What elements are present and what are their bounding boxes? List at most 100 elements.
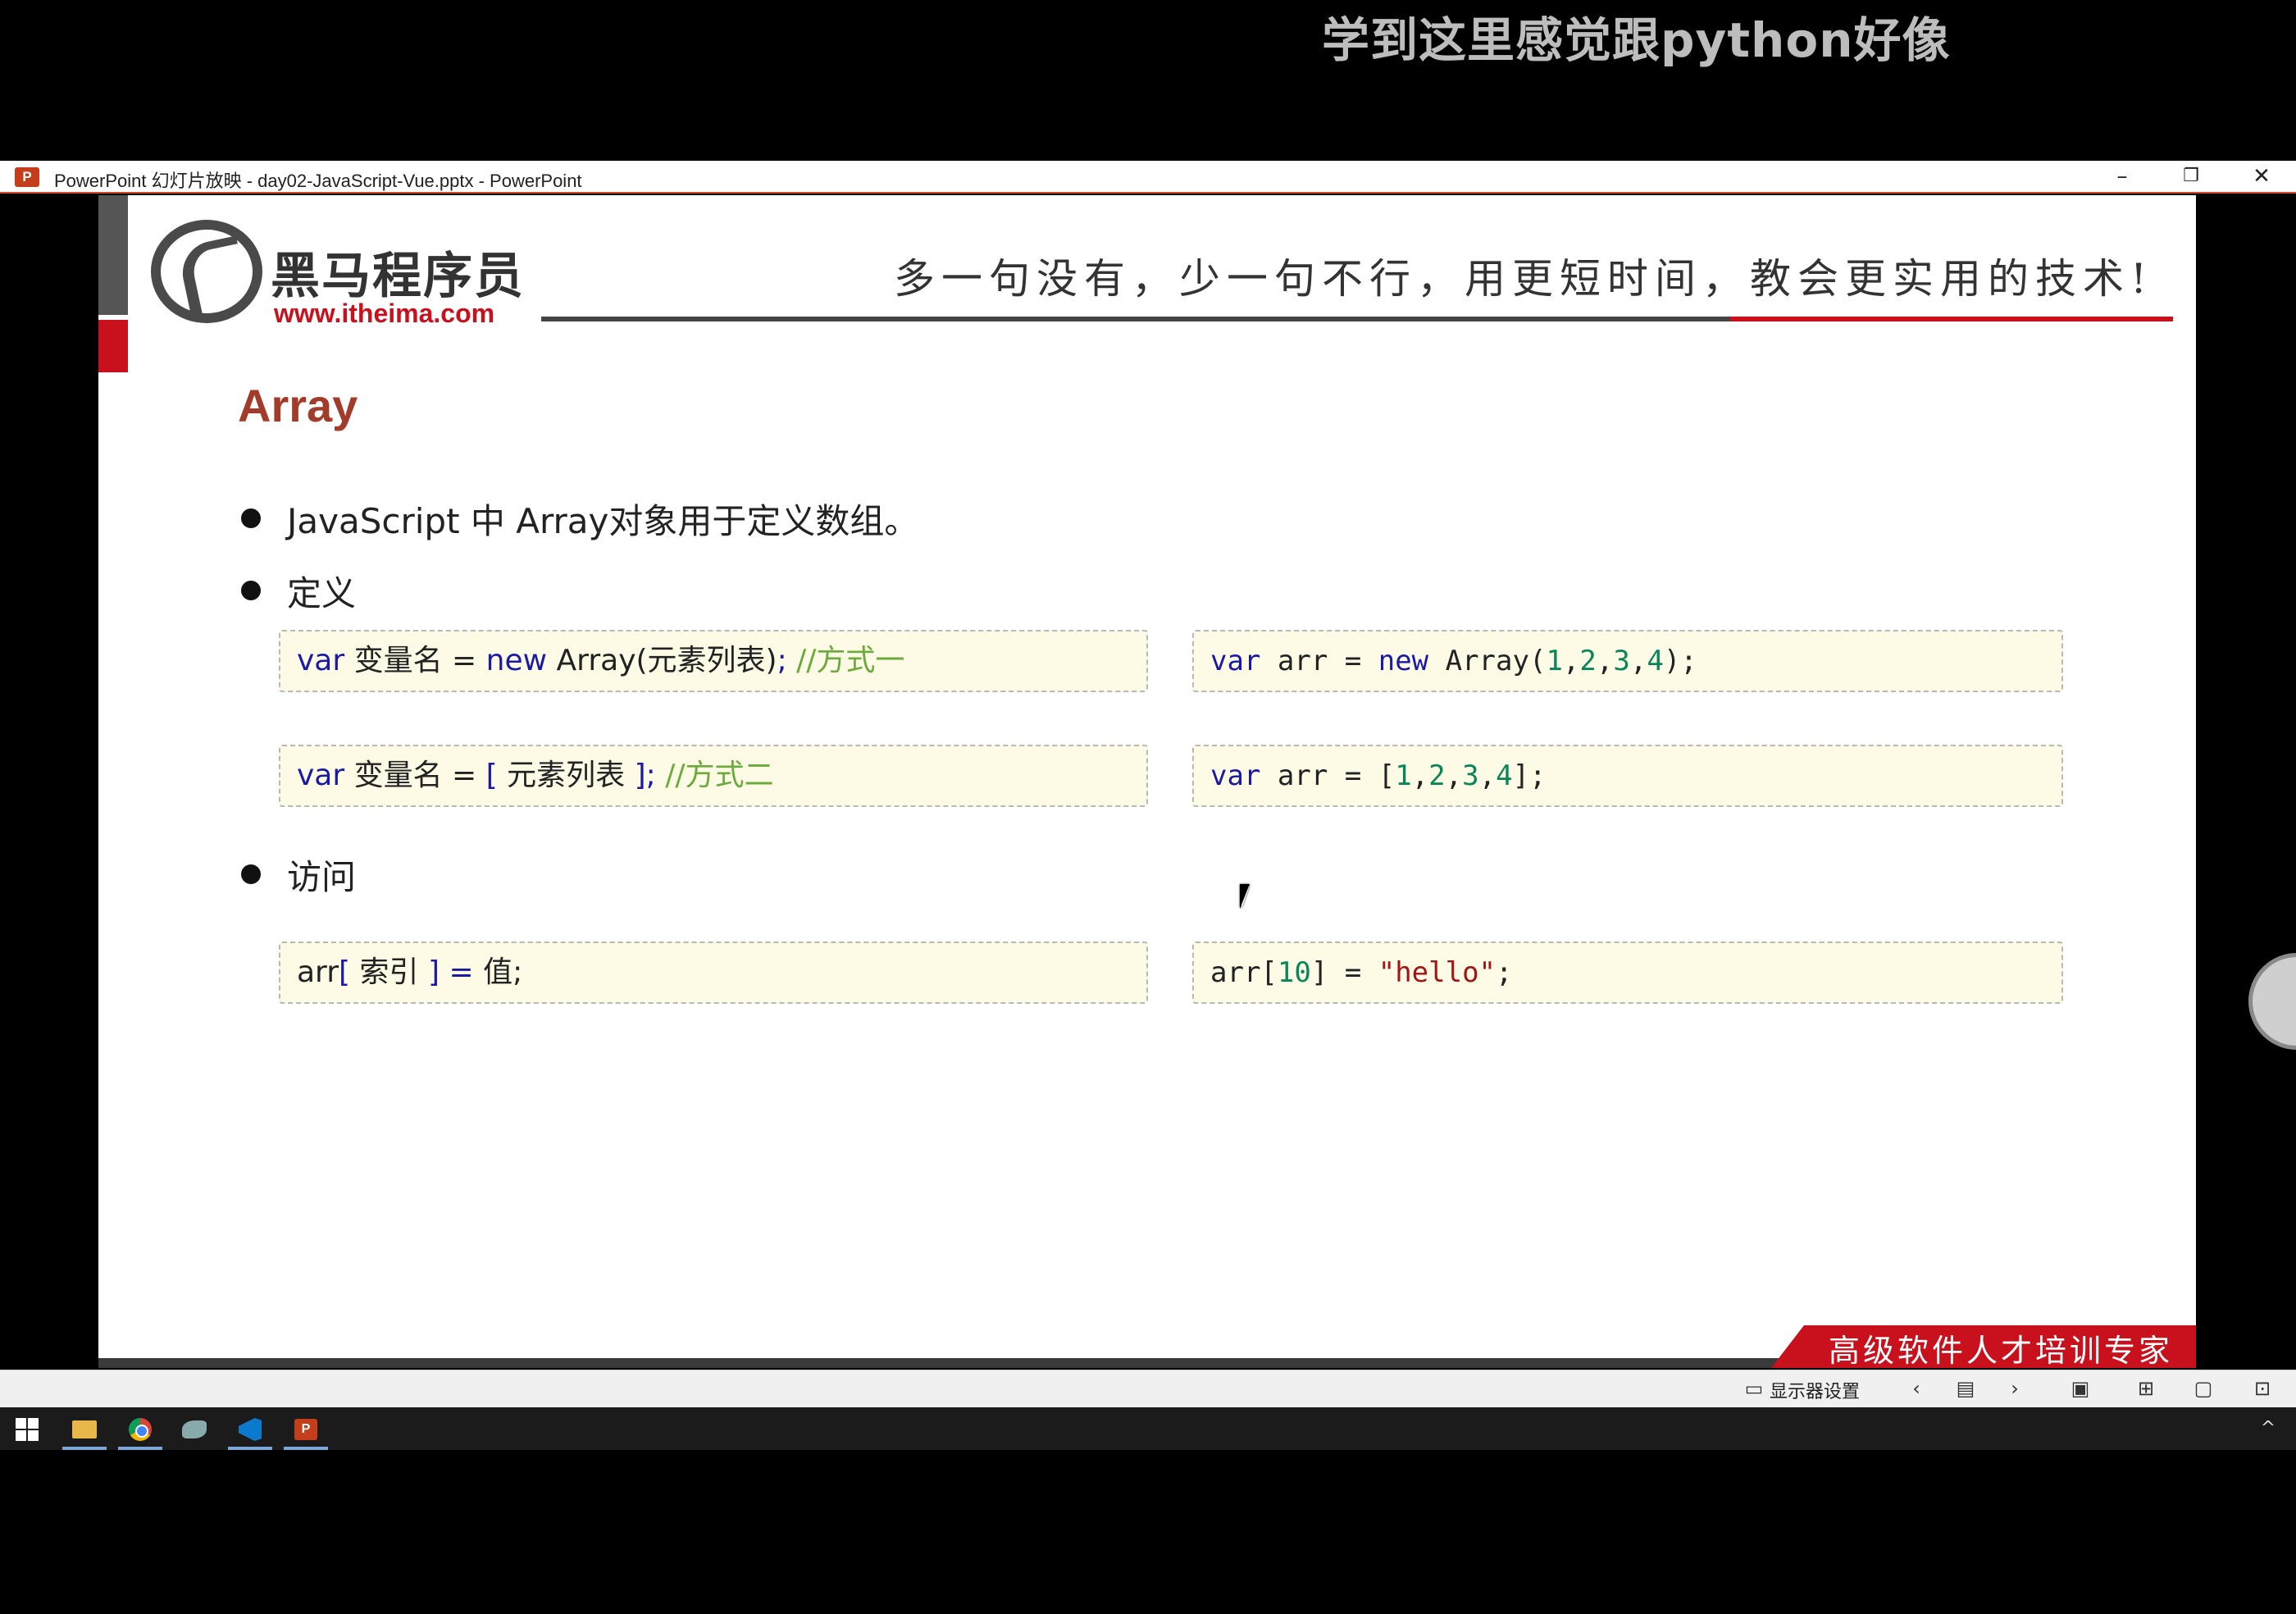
code-text: , bbox=[1445, 759, 1463, 792]
powerpoint-taskbar-icon: P bbox=[294, 1419, 317, 1440]
code-text: Array( bbox=[1428, 645, 1547, 677]
itheima-logo: 黑马程序员 www.itheima.com bbox=[151, 220, 523, 335]
display-settings-button[interactable]: 显示器设置 bbox=[1770, 1377, 1860, 1403]
slideshow-statusbar: ▭ 显示器设置 ‹ ▤ › ▣ ⊞ ▢ ⊡ bbox=[0, 1370, 2296, 1407]
tray-chevron-up-icon[interactable]: ^ bbox=[2252, 1407, 2285, 1450]
start-button[interactable] bbox=[0, 1407, 54, 1450]
code-text: 变量名 = bbox=[344, 644, 486, 677]
bullet-text: 访问 bbox=[287, 857, 357, 897]
code-comment: //方式一 bbox=[786, 644, 905, 677]
code-text: , bbox=[1596, 645, 1614, 677]
code-keyword: new bbox=[485, 644, 548, 677]
code-text: 值; bbox=[483, 955, 523, 989]
bullet-dot bbox=[241, 864, 261, 884]
code-text: , bbox=[1411, 759, 1429, 792]
window-titlebar: P PowerPoint 幻灯片放映 - day02-JavaScript-Vu… bbox=[0, 161, 2296, 194]
prev-icon[interactable]: ‹ bbox=[1904, 1377, 1929, 1400]
code-punct: ; bbox=[645, 759, 656, 792]
code-text: Array(元素列表) bbox=[547, 644, 777, 677]
slide[interactable]: 黑马程序员 www.itheima.com 多一句没有，少一句不行，用更短时间，… bbox=[98, 195, 2196, 1368]
code-keyword: new bbox=[1378, 645, 1429, 677]
code-text: , bbox=[1562, 645, 1580, 677]
grid-view-icon[interactable]: ⊞ bbox=[2134, 1377, 2158, 1400]
code-keyword: var bbox=[1210, 759, 1261, 792]
slideshow-icon[interactable]: ⊡ bbox=[2250, 1377, 2275, 1400]
header-rule-accent bbox=[1730, 317, 2173, 321]
code-keyword: var bbox=[297, 644, 345, 677]
window-title: PowerPoint 幻灯片放映 - day02-JavaScript-Vue.… bbox=[54, 171, 582, 191]
code-box-definition-2: var 变量名 = [ 元素列表 ]; //方式二 bbox=[279, 745, 1148, 807]
code-operator: = bbox=[440, 955, 484, 989]
taskbar-file-explorer[interactable] bbox=[57, 1407, 112, 1450]
bullet-access: 访问 bbox=[241, 850, 356, 900]
horse-logo-icon bbox=[151, 220, 262, 323]
code-number: 1 bbox=[1395, 759, 1412, 792]
taskbar-vscode[interactable] bbox=[223, 1407, 277, 1450]
slide-sorter-icon[interactable]: ▤ bbox=[1953, 1377, 1978, 1400]
code-text: 元素列表 bbox=[497, 759, 635, 792]
chrome-icon bbox=[129, 1418, 152, 1441]
code-text: , bbox=[1478, 759, 1496, 792]
code-text: ] = bbox=[1310, 956, 1378, 989]
taskbar-powerpoint[interactable]: P bbox=[279, 1407, 333, 1450]
code-text: arr = [ bbox=[1260, 759, 1396, 792]
reading-view-icon[interactable]: ▢ bbox=[2191, 1377, 2216, 1400]
slideshow-stage: 黑马程序员 www.itheima.com 多一句没有，少一句不行，用更短时间，… bbox=[0, 195, 2296, 1370]
bullet-dot bbox=[241, 508, 261, 528]
code-box-example-1: var arr = new Array(1,2,3,4); bbox=[1192, 630, 2063, 692]
code-number: 4 bbox=[1496, 759, 1513, 792]
code-bracket: [ bbox=[485, 759, 498, 792]
mouse-cursor-icon bbox=[1240, 884, 1258, 909]
code-box-access-syntax: arr[ 索引 ] = 值; bbox=[279, 942, 1148, 1004]
monitor-icon[interactable]: ▭ bbox=[1742, 1377, 1766, 1400]
code-number: 3 bbox=[1613, 645, 1630, 677]
header-deco-red bbox=[98, 320, 128, 372]
code-text: ; bbox=[1496, 956, 1513, 989]
code-comment: //方式二 bbox=[655, 759, 774, 792]
bullet-dot bbox=[241, 581, 261, 600]
code-text: 变量名 = bbox=[344, 759, 486, 792]
bullet-definition: 定义 bbox=[241, 566, 356, 616]
next-icon[interactable]: › bbox=[2002, 1377, 2027, 1400]
code-bracket: ] bbox=[427, 955, 440, 989]
danmaku-comment: 学到这里感觉跟python好像 bbox=[1322, 12, 1951, 68]
footer-banner-text: 高级软件人才培训专家 bbox=[1829, 1333, 2174, 1368]
code-text: arr = bbox=[1260, 645, 1378, 677]
code-text: 索引 bbox=[350, 955, 428, 989]
powerpoint-icon: P bbox=[15, 167, 39, 187]
code-text: arr[ bbox=[1210, 956, 1278, 989]
code-box-definition-1: var 变量名 = new Array(元素列表); //方式一 bbox=[279, 630, 1148, 692]
code-text: ]; bbox=[1512, 759, 1547, 792]
bullet-intro: JavaScript 中 Array对象用于定义数组。 bbox=[241, 494, 918, 544]
code-bracket: [ bbox=[339, 955, 351, 989]
code-number: 1 bbox=[1546, 645, 1563, 677]
normal-view-icon[interactable]: ▣ bbox=[2068, 1377, 2093, 1400]
header-deco-gray bbox=[98, 195, 128, 315]
bullet-text: 定义 bbox=[287, 573, 357, 613]
taskbar-chrome[interactable] bbox=[113, 1407, 167, 1450]
fish-app-icon bbox=[182, 1420, 207, 1438]
code-box-access-example: arr[10] = "hello"; bbox=[1192, 942, 2063, 1004]
windows-taskbar: P ^ bbox=[0, 1407, 2296, 1450]
slogan: 多一句没有，少一句不行，用更短时间，教会更实用的技术! bbox=[894, 255, 2154, 303]
minimize-button[interactable]: – bbox=[2088, 161, 2157, 194]
logo-name: 黑马程序员 bbox=[271, 248, 525, 305]
code-number: 10 bbox=[1277, 956, 1311, 989]
code-keyword: var bbox=[297, 759, 345, 792]
close-button[interactable]: ✕ bbox=[2227, 161, 2296, 194]
webcam-overlay bbox=[2248, 953, 2296, 1050]
restore-button[interactable]: ❐ bbox=[2157, 161, 2225, 194]
code-number: 2 bbox=[1579, 645, 1597, 677]
code-number: 3 bbox=[1462, 759, 1479, 792]
code-bracket: ] bbox=[634, 759, 646, 792]
vscode-icon bbox=[239, 1418, 262, 1441]
bullet-text: JavaScript 中 Array对象用于定义数组。 bbox=[287, 501, 919, 541]
code-text: ); bbox=[1663, 645, 1697, 677]
file-explorer-icon bbox=[72, 1420, 97, 1438]
logo-url: www.itheima.com bbox=[274, 299, 495, 328]
code-box-example-2: var arr = [1,2,3,4]; bbox=[1192, 745, 2063, 807]
code-string: "hello" bbox=[1378, 956, 1496, 989]
taskbar-fish-app[interactable] bbox=[167, 1407, 221, 1450]
code-number: 4 bbox=[1647, 645, 1664, 677]
code-text: arr bbox=[297, 955, 339, 989]
